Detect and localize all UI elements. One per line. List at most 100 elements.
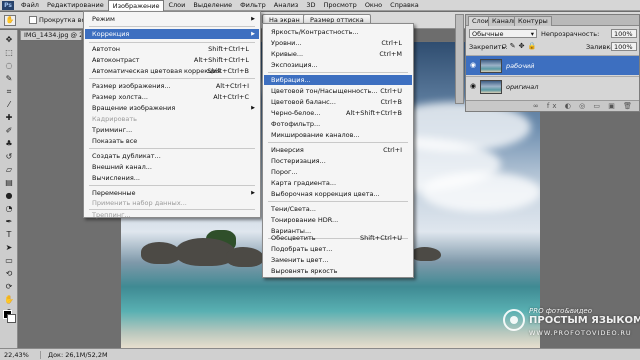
menu-item-apply-image[interactable]: Внешний канал... <box>85 162 259 172</box>
menu-layers[interactable]: Слои <box>164 0 189 11</box>
menu-edit[interactable]: Редактирование <box>43 0 108 11</box>
menu-item-calculations[interactable]: Вычисления... <box>85 173 259 183</box>
adj-color-balance[interactable]: Цветовой баланс... Ctrl+B <box>264 97 412 107</box>
chevron-down-icon: ▾ <box>530 30 534 38</box>
type-tool-icon[interactable]: T <box>3 229 15 240</box>
tools-panel: ✥ ⬚ ◌ ✎ ⌗ ⁄ ✚ ✐ ♣ ↺ ▱ ▤ ● ◔ ✒ T ➤ ▭ ⟲ ⟳ … <box>0 30 18 348</box>
menu-item-image-rotation[interactable]: Вращение изображения ▶ <box>85 103 259 113</box>
adj-hue-saturation[interactable]: Цветовой тон/Насыщенность... Ctrl+U <box>264 86 412 96</box>
marquee-tool-icon[interactable]: ⬚ <box>3 47 15 58</box>
menu-item-canvas-size[interactable]: Размер холста... Alt+Ctrl+C <box>85 92 259 102</box>
opacity-field[interactable]: 100% <box>611 29 637 38</box>
history-brush-icon[interactable]: ↺ <box>3 151 15 162</box>
eye-icon[interactable]: ◉ <box>469 82 477 91</box>
path-select-tool-icon[interactable]: ➤ <box>3 242 15 253</box>
eye-icon[interactable]: ◉ <box>469 61 477 70</box>
pen-tool-icon[interactable]: ✒ <box>3 216 15 227</box>
adj-levels[interactable]: Уровни... Ctrl+L <box>264 38 412 48</box>
menu-item-auto-contrast[interactable]: Автоконтраст Alt+Shift+Ctrl+L <box>85 55 259 65</box>
layer-row[interactable]: ◉ оригинал <box>466 76 639 96</box>
adj-channel-mixer[interactable]: Микширование каналов... <box>264 130 412 140</box>
stamp-tool-icon[interactable]: ♣ <box>3 138 15 149</box>
menu-item-reveal-all[interactable]: Показать все <box>85 136 259 146</box>
layer-name: оригинал <box>506 83 539 91</box>
scroll-all-checkbox[interactable] <box>29 16 37 24</box>
menu-image[interactable]: Изображение <box>107 0 165 11</box>
3d-orbit-tool-icon[interactable]: ⟳ <box>3 281 15 292</box>
menu-filter[interactable]: Фильтр <box>236 0 270 11</box>
adj-brightness-contrast[interactable]: Яркость/Контрастность... <box>264 27 412 37</box>
adj-shadows-highlights[interactable]: Тени/Света... <box>264 204 412 214</box>
layer-name: рабочий <box>506 62 535 70</box>
menu-item-variables[interactable]: Переменные ▶ <box>85 188 259 198</box>
menu-item-trap: Треппинг... <box>92 211 131 219</box>
menu-window[interactable]: Окно <box>361 0 386 11</box>
adj-equalize[interactable]: Выровнять яркость <box>264 266 412 276</box>
adj-photo-filter[interactable]: Фотофильтр... <box>264 119 412 129</box>
adj-black-white[interactable]: Черно-белое... Alt+Shift+Ctrl+B <box>264 108 412 118</box>
menu-analysis[interactable]: Анализ <box>270 0 303 11</box>
tab-paths[interactable]: Контуры <box>514 16 552 26</box>
adj-hdr-toning[interactable]: Тонирование HDR... <box>264 215 412 225</box>
eraser-tool-icon[interactable]: ▱ <box>3 164 15 175</box>
menu-help[interactable]: Справка <box>386 0 423 11</box>
menu-item-duplicate[interactable]: Создать дубликат... <box>85 151 259 161</box>
camera-lens-icon <box>503 309 525 331</box>
hand-tool-icon[interactable]: ✋ <box>3 294 15 305</box>
adj-exposure[interactable]: Экспозиция... <box>264 60 412 70</box>
collapsed-panel-dock[interactable] <box>455 14 464 104</box>
menu-item-auto-tone[interactable]: Автотон Shift+Ctrl+L <box>85 44 259 54</box>
eyedropper-tool-icon[interactable]: ⁄ <box>3 99 15 110</box>
menu-3d[interactable]: 3D <box>302 0 319 11</box>
opacity-label: Непрозрачность: <box>541 30 600 38</box>
adj-desaturate[interactable]: Обесцветить Shift+Ctrl+U <box>264 233 412 243</box>
adj-threshold[interactable]: Порог... <box>264 167 412 177</box>
adj-match-color[interactable]: Подобрать цвет... <box>264 244 412 254</box>
healing-tool-icon[interactable]: ✚ <box>3 112 15 123</box>
menu-item-apply-dataset: Применить набор данных... <box>92 199 187 207</box>
zoom-level[interactable]: 22,43% <box>4 351 29 359</box>
lasso-tool-icon[interactable]: ◌ <box>3 60 15 71</box>
menu-view[interactable]: Просмотр <box>319 0 360 11</box>
layers-panel: Слои Каналы Контуры Обычные ▾ Непрозрачн… <box>465 14 640 112</box>
adj-vibrance[interactable]: Вибрация... <box>264 75 412 85</box>
blend-mode-select[interactable]: Обычные ▾ <box>469 29 537 38</box>
background-color-swatch[interactable] <box>7 314 16 323</box>
blur-tool-icon[interactable]: ● <box>3 190 15 201</box>
brush-tool-icon[interactable]: ✐ <box>3 125 15 136</box>
menu-file[interactable]: Файл <box>17 0 43 11</box>
dodge-tool-icon[interactable]: ◔ <box>3 203 15 214</box>
menu-item-adjustments[interactable]: Коррекция ▶ <box>85 29 259 39</box>
menu-item-image-size[interactable]: Размер изображения... Alt+Ctrl+I <box>85 81 259 91</box>
adj-selective-color[interactable]: Выборочная коррекция цвета... <box>264 189 412 199</box>
adj-posterize[interactable]: Постеризация... <box>264 156 412 166</box>
adj-curves[interactable]: Кривые... Ctrl+M <box>264 49 412 59</box>
menu-item-trim[interactable]: Тримминг... <box>85 125 259 135</box>
gradient-tool-icon[interactable]: ▤ <box>3 177 15 188</box>
layer-thumbnail <box>480 80 502 94</box>
layers-footer-icons[interactable]: ∞ fx ◐ ◎ ▭ ▣ 🗑 <box>466 100 639 111</box>
document-tab[interactable]: IMG_1434.jpg @ 22,4... <box>20 30 82 40</box>
crop-tool-icon[interactable]: ⌗ <box>3 86 15 97</box>
menu-select[interactable]: Выделение <box>189 0 236 11</box>
layer-row[interactable]: ◉ рабочий <box>466 55 639 75</box>
layers-panel-tabs: Слои Каналы Контуры <box>466 15 639 26</box>
adj-gradient-map[interactable]: Карта градиента... <box>264 178 412 188</box>
adj-replace-color[interactable]: Заменить цвет... <box>264 255 412 265</box>
menu-item-mode[interactable]: Режим ▶ <box>85 14 259 24</box>
lock-icons[interactable]: ▫✎✥🔒 <box>502 42 539 50</box>
adjustments-submenu: Яркость/Контрастность... Уровни... Ctrl+L… <box>262 23 414 278</box>
image-menu-dropdown: Режим ▶ Коррекция ▶ Автотон Shift+Ctrl+L Ав… <box>83 11 261 219</box>
move-tool-icon[interactable]: ✥ <box>3 34 15 45</box>
3d-rotate-tool-icon[interactable]: ⟲ <box>3 268 15 279</box>
menu-item-auto-color[interactable]: Автоматическая цветовая коррекция Shift+C… <box>85 66 259 76</box>
hand-tool-icon[interactable]: ✋ <box>4 15 16 26</box>
document-size: Док: 26,1M/52,2M <box>48 351 108 359</box>
watermark-logo: PRO фото&видео ПРОСТЫМ ЯЗЫКОМ WWW.PROFOT… <box>503 305 640 345</box>
layer-thumbnail <box>480 59 502 73</box>
adj-invert[interactable]: Инверсия Ctrl+I <box>264 145 412 155</box>
watermark-url: WWW.PROFOTOVIDEO.RU <box>529 329 632 337</box>
quick-select-tool-icon[interactable]: ✎ <box>3 73 15 84</box>
shape-tool-icon[interactable]: ▭ <box>3 255 15 266</box>
fill-field[interactable]: 100% <box>611 42 637 51</box>
